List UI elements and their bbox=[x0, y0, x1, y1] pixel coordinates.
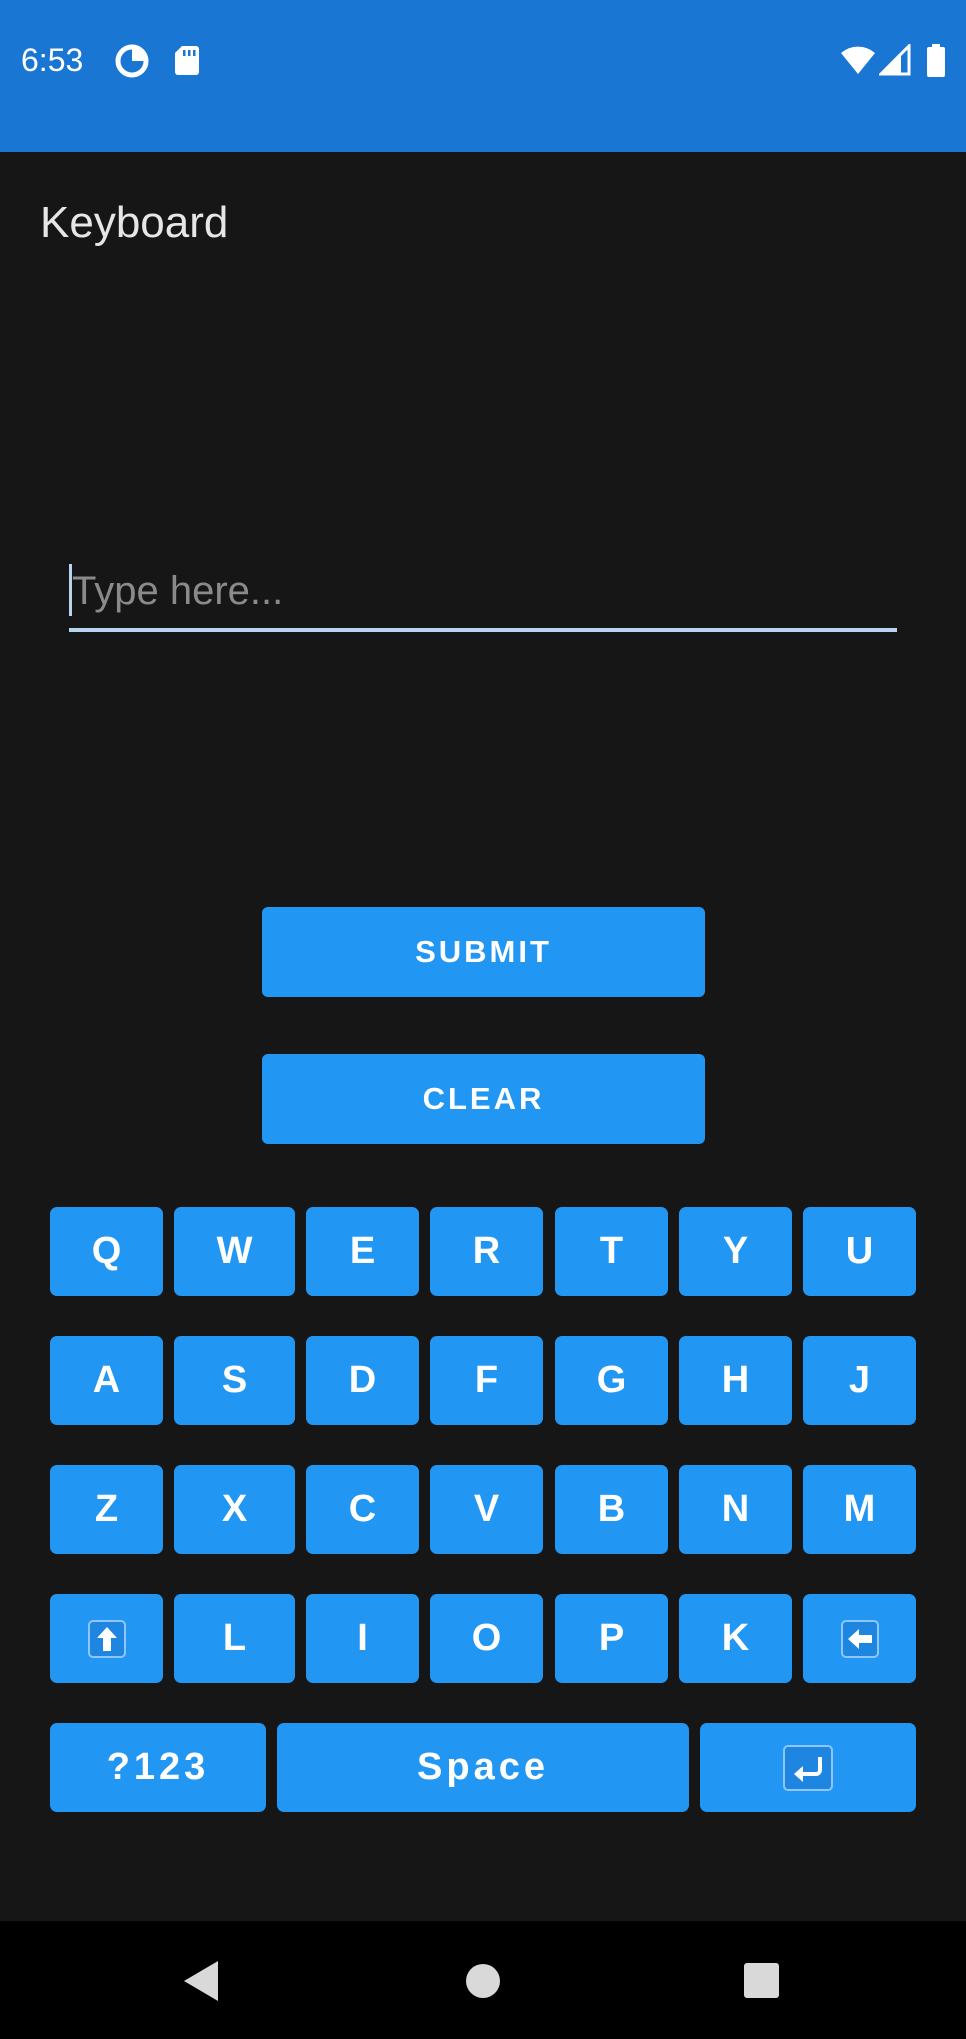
shift-icon bbox=[87, 1619, 126, 1658]
back-icon[interactable] bbox=[182, 1959, 222, 2008]
key-x[interactable]: X bbox=[174, 1465, 295, 1554]
enter-icon bbox=[783, 1744, 833, 1791]
wifi-icon bbox=[840, 44, 876, 81]
key-t[interactable]: T bbox=[555, 1207, 668, 1296]
backspace-key[interactable] bbox=[803, 1594, 916, 1683]
key-j[interactable]: J bbox=[803, 1336, 916, 1425]
navigation-bar bbox=[0, 1921, 966, 2039]
status-bar: 6:53 bbox=[0, 0, 966, 152]
text-cursor bbox=[69, 564, 72, 616]
key-d[interactable]: D bbox=[306, 1336, 419, 1425]
page-title: Keyboard bbox=[40, 198, 229, 247]
clear-button[interactable]: CLEAR bbox=[262, 1054, 705, 1144]
key-i[interactable]: I bbox=[306, 1594, 419, 1683]
status-time: 6:53 bbox=[21, 42, 84, 78]
key-u[interactable]: U bbox=[803, 1207, 916, 1296]
key-l[interactable]: L bbox=[174, 1594, 295, 1683]
key-r[interactable]: R bbox=[430, 1207, 543, 1296]
submit-button[interactable]: SUBMIT bbox=[262, 907, 705, 997]
key-e[interactable]: E bbox=[306, 1207, 419, 1296]
sd-card-icon bbox=[174, 44, 200, 81]
key-s[interactable]: S bbox=[174, 1336, 295, 1425]
key-p[interactable]: P bbox=[555, 1594, 668, 1683]
key-a[interactable]: A bbox=[50, 1336, 163, 1425]
symbols-key[interactable]: ?123 bbox=[50, 1723, 266, 1812]
text-input-container bbox=[69, 556, 897, 632]
key-f[interactable]: F bbox=[430, 1336, 543, 1425]
shift-key[interactable] bbox=[50, 1594, 163, 1683]
key-h[interactable]: H bbox=[679, 1336, 792, 1425]
recents-icon[interactable] bbox=[742, 1959, 780, 2008]
key-b[interactable]: B bbox=[555, 1465, 668, 1554]
key-g[interactable]: G bbox=[555, 1336, 668, 1425]
data-saver-icon bbox=[115, 44, 149, 83]
key-n[interactable]: N bbox=[679, 1465, 792, 1554]
backspace-icon bbox=[840, 1619, 879, 1658]
enter-key[interactable] bbox=[700, 1723, 916, 1812]
home-icon[interactable] bbox=[465, 1959, 501, 2008]
battery-icon bbox=[926, 44, 946, 83]
key-w[interactable]: W bbox=[174, 1207, 295, 1296]
key-y[interactable]: Y bbox=[679, 1207, 792, 1296]
text-input[interactable] bbox=[69, 556, 897, 626]
key-v[interactable]: V bbox=[430, 1465, 543, 1554]
space-key[interactable]: Space bbox=[277, 1723, 689, 1812]
key-o[interactable]: O bbox=[430, 1594, 543, 1683]
key-k[interactable]: K bbox=[679, 1594, 792, 1683]
key-c[interactable]: C bbox=[306, 1465, 419, 1554]
key-q[interactable]: Q bbox=[50, 1207, 163, 1296]
cell-signal-icon bbox=[877, 42, 911, 81]
key-m[interactable]: M bbox=[803, 1465, 916, 1554]
key-z[interactable]: Z bbox=[50, 1465, 163, 1554]
